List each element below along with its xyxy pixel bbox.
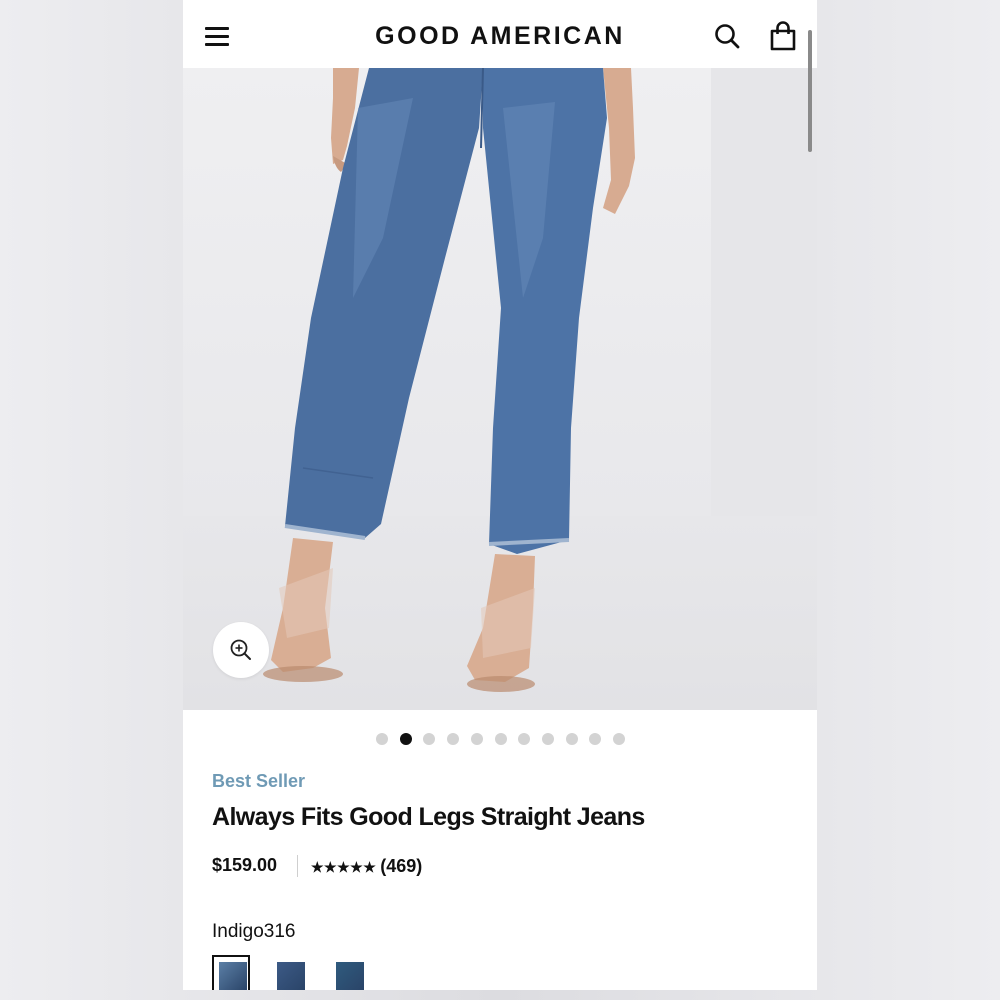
menu-icon[interactable] (203, 25, 231, 49)
product-price: $159.00 (212, 855, 278, 875)
price-divider (297, 855, 298, 877)
carousel-dot[interactable] (470, 733, 483, 745)
brand-logo[interactable]: GOOD AMERICAN (333, 22, 667, 51)
product-image[interactable] (183, 68, 817, 710)
search-icon[interactable] (713, 22, 741, 50)
color-swatch-dark-teal-blue[interactable] (336, 962, 364, 990)
carousel-pagination (183, 733, 817, 747)
color-swatch-dark-blue[interactable] (277, 962, 305, 990)
carousel-dot[interactable] (447, 733, 460, 745)
rating-summary[interactable]: ★★★★★ (469) (311, 856, 422, 877)
carousel-dot[interactable] (399, 733, 412, 745)
carousel-dot[interactable] (423, 733, 436, 745)
review-count: (469) (380, 856, 423, 876)
color-swatch-indigo316[interactable] (219, 962, 247, 990)
star-rating-icon: ★★★★★ (311, 859, 377, 875)
best-seller-badge: Best Seller (212, 771, 306, 791)
carousel-dot[interactable] (589, 733, 602, 745)
carousel-dot[interactable] (518, 733, 531, 745)
product-title: Always Fits Good Legs Straight Jeans (212, 803, 645, 831)
carousel-dot[interactable] (541, 733, 554, 745)
mobile-product-page: GOOD AMERICAN Best Seller Always Fits Go… (183, 0, 817, 990)
carousel-dot[interactable] (565, 733, 578, 745)
shopping-bag-icon[interactable] (768, 20, 798, 52)
site-header: GOOD AMERICAN (183, 0, 817, 68)
carousel-dot[interactable] (376, 733, 388, 745)
zoom-button[interactable] (213, 622, 269, 678)
zoom-in-icon (230, 639, 251, 660)
selected-color-label: Indigo316 (212, 921, 296, 942)
carousel-dot[interactable] (494, 733, 507, 745)
scrollbar[interactable] (808, 30, 812, 152)
carousel-dot[interactable] (613, 733, 625, 745)
jeans-illustration (263, 68, 635, 692)
